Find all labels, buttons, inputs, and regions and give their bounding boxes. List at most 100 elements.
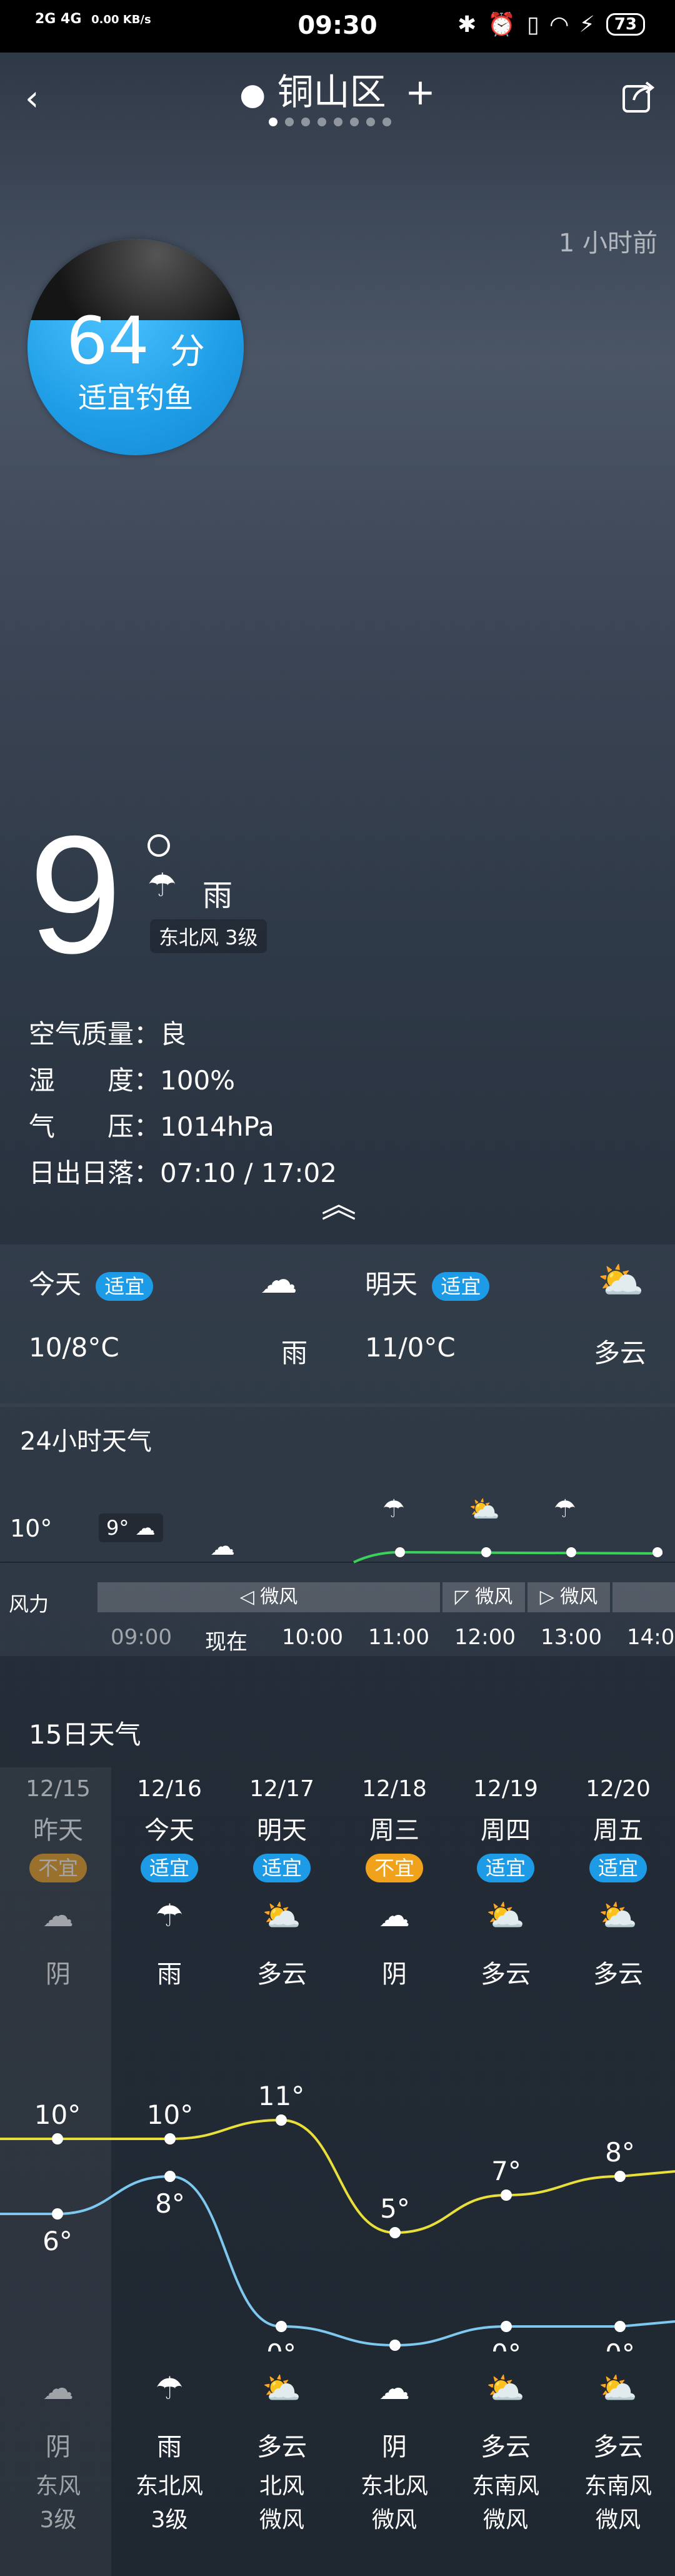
high-temp-point — [52, 2133, 63, 2144]
location-name: 铜山区 — [277, 71, 386, 113]
hour-label: 13:00 — [541, 1625, 602, 1650]
night-column: ☂ 雨 东北风 3级 — [116, 2370, 222, 2534]
weather-icon: ☁ — [379, 1897, 410, 1934]
humidity-row: 湿 度：100% — [29, 1059, 235, 1098]
low-temp-point — [164, 2171, 176, 2182]
day-condition: 多云 — [481, 1960, 531, 1989]
fishing-index-ball[interactable]: 64 分 适宜钓鱼 — [28, 239, 244, 455]
wind-level: 微风 — [595, 2507, 641, 2533]
air-quality-row: 空气质量：良 — [29, 1013, 186, 1051]
day-date: 12/16 — [137, 1776, 202, 1802]
day-column[interactable]: 12/18 周三 不宜 ☁ 阴 — [341, 1776, 448, 1990]
wind-direction: 东南风 — [584, 2473, 652, 2499]
day-column[interactable]: 12/16 今天 适宜 ☂ 雨 — [116, 1776, 222, 1990]
suit-badge: 适宜 — [252, 1854, 311, 1882]
sunrise-sunset-row: 日出日落：07:10 / 17:02 — [29, 1152, 337, 1190]
day-condition: 阴 — [46, 1960, 71, 1989]
today-tomorrow-panel: 今天 适宜 ☁ 10/8°C 雨 明天 适宜 ⛅ 11/0°C 多云 — [0, 1245, 675, 1407]
night-column: ⛅ 多云 东南风 微风 — [452, 2370, 559, 2534]
expand-chevron-icon[interactable]: ︽ — [321, 1188, 356, 1223]
weather-icon: ⛅ — [598, 2370, 638, 2407]
weather-icon: ⛅ — [262, 1897, 302, 1934]
status-icons: ✱ ⏰ ▯ ◠ ⚡ 73 — [458, 11, 645, 38]
night-column: ☁ 阴 东风 3级 — [5, 2370, 111, 2534]
wind-label: 风力 — [9, 1592, 49, 1616]
high-temp-point — [164, 2133, 176, 2144]
daily-temp-chart: 10°10°11°5°7°8°6°8°0°-1°0°0° — [0, 2081, 675, 2351]
weather-icon: ⛅ — [486, 2370, 526, 2407]
wind-direction: 北风 — [259, 2473, 304, 2499]
day-date: 12/17 — [249, 1776, 314, 1802]
weather-icon: ⛅ — [598, 1897, 638, 1934]
day-date: 12/19 — [473, 1776, 538, 1802]
low-temp-point — [501, 2321, 512, 2332]
low-temp-label: 0° — [605, 2338, 635, 2351]
day-condition: 多云 — [257, 1960, 307, 1989]
wind-level: 3级 — [39, 2507, 77, 2533]
hour-label: 09:00 — [111, 1625, 172, 1650]
hour-label: 11:00 — [368, 1625, 429, 1650]
page-dot — [269, 118, 278, 126]
tomorrow-suit-badge: 适宜 — [432, 1272, 490, 1301]
fishing-score-unit: 分 — [169, 331, 205, 372]
tomorrow-temp: 11/0°C — [365, 1332, 456, 1363]
today-label[interactable]: 今天 适宜 — [29, 1263, 154, 1301]
high-temp-point — [501, 2190, 512, 2201]
today-temp: 10/8°C — [29, 1332, 119, 1363]
rain-icon: ☁ — [260, 1258, 298, 1302]
low-temp-point — [389, 2340, 401, 2351]
current-temperature: 9 — [29, 801, 122, 988]
fishing-score: 64 分 — [28, 306, 244, 386]
night-condition: 雨 — [157, 2433, 182, 2462]
day-week: 昨天 — [33, 1816, 83, 1845]
day-condition: 雨 — [157, 1960, 182, 1989]
today-label-text: 今天 — [29, 1269, 82, 1300]
night-column: ☁ 阴 东北风 微风 — [341, 2370, 448, 2534]
page-dot — [350, 118, 359, 126]
status-bar: 2G 4G 0.00 KB/s 09:30 ✱ ⏰ ▯ ◠ ⚡ 73 — [0, 0, 675, 53]
high-temp-label: 8° — [605, 2137, 635, 2168]
wind-segment — [612, 1582, 675, 1612]
night-condition: 多云 — [593, 2433, 643, 2462]
weather-icon: ⛅ — [262, 2370, 302, 2407]
high-temp-point — [614, 2171, 626, 2182]
day-week: 周三 — [369, 1816, 419, 1845]
day-suit: 适宜 — [565, 1854, 671, 1897]
share-icon[interactable] — [620, 78, 658, 115]
page-dot — [318, 118, 326, 126]
weather-icon: ⛅ — [486, 1897, 526, 1934]
today-condition: 雨 — [281, 1338, 308, 1368]
location-title[interactable]: ● 铜山区 + — [0, 63, 675, 115]
day-suit: 适宜 — [116, 1854, 222, 1897]
hour-label: 12:00 — [454, 1625, 516, 1650]
day-column[interactable]: 12/20 周五 适宜 ⛅ 多云 — [565, 1776, 671, 1990]
night-condition: 多云 — [257, 2433, 307, 2462]
tomorrow-label[interactable]: 明天 适宜 — [365, 1263, 490, 1301]
current-wind: 东北风 3级 — [150, 919, 267, 953]
day-column[interactable]: 12/17 明天 适宜 ⛅ 多云 — [229, 1776, 335, 1990]
add-city-button[interactable]: + — [405, 71, 436, 113]
page-dot — [366, 118, 375, 126]
page-dot — [301, 118, 310, 126]
low-temp-label: 8° — [155, 2188, 185, 2219]
detail-value: 1014hPa — [160, 1111, 274, 1142]
day-week: 今天 — [144, 1816, 194, 1845]
hourly-forecast-panel[interactable]: 24小时天气 10° 9° ☁ ☁ ☂ ⛅ ☂ 风力 ◁ 微风 ◸ 微风 ▷ 微… — [0, 1403, 675, 1656]
weather-icon: ☁ — [42, 1897, 74, 1934]
rain-icon: ☂ — [148, 867, 177, 904]
day-suit: 适宜 — [229, 1854, 335, 1897]
degree-icon — [148, 834, 170, 857]
night-condition: 阴 — [382, 2433, 407, 2462]
day-suit: 适宜 — [452, 1854, 559, 1897]
night-column: ⛅ 多云 北风 微风 — [229, 2370, 335, 2534]
update-time: 1 小时前 — [558, 229, 658, 258]
day-column[interactable]: 12/19 周四 适宜 ⛅ 多云 — [452, 1776, 559, 1990]
high-temp-label: 7° — [491, 2156, 521, 2186]
wifi-icon: ◠ — [550, 11, 568, 38]
day-column[interactable]: 12/15 昨天 不宜 ☁ 阴 — [5, 1776, 111, 1990]
fishing-score-value: 64 — [66, 303, 149, 379]
weather-icon: ☁ — [42, 2370, 74, 2407]
charging-icon: ⚡ — [579, 11, 595, 38]
daily-title: 15日天气 — [29, 1719, 141, 1750]
low-temp-point — [614, 2321, 626, 2332]
